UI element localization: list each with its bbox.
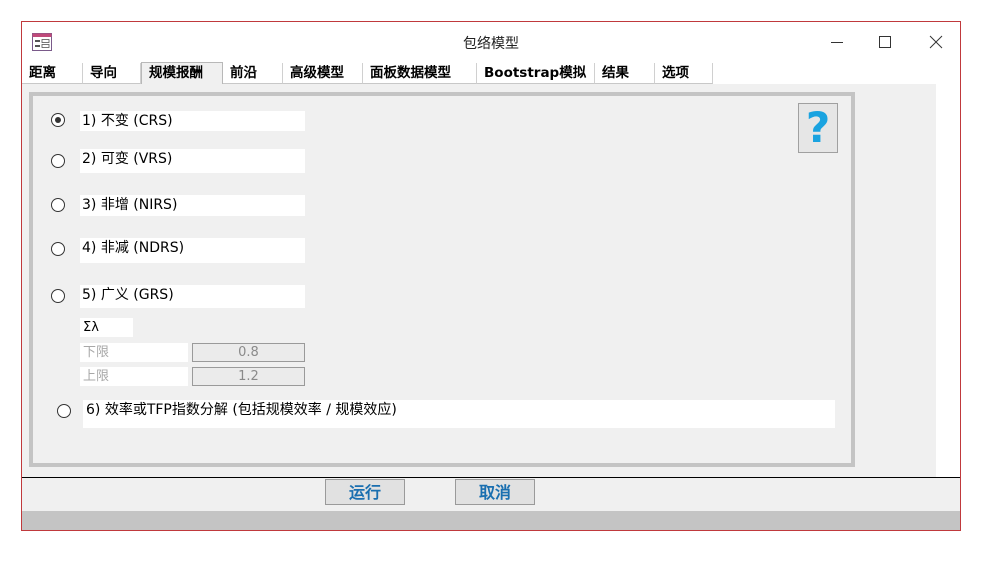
tab-content: 1) 不变 (CRS) 2) 可变 (VRS) 3) 非增 (NIRS) 4) … <box>22 84 936 477</box>
upper-bound-input[interactable]: 1.2 <box>192 367 305 386</box>
help-button[interactable]: ? <box>798 103 838 153</box>
title-bar: 包络模型 <box>22 22 960 62</box>
lower-bound-label: 下限 <box>80 343 188 362</box>
window-title: 包络模型 <box>463 36 519 52</box>
option-label-vrs: 2) 可变 (VRS) <box>80 149 305 173</box>
minimize-icon[interactable] <box>822 30 852 54</box>
radio-nirs[interactable] <box>51 198 65 212</box>
option-label-crs: 1) 不变 (CRS) <box>80 111 305 131</box>
radio-crs[interactable] <box>51 113 65 127</box>
tab-panel-data-models[interactable]: 面板数据模型 <box>363 63 477 84</box>
tab-distance[interactable]: 距离 <box>22 63 83 84</box>
radio-vrs[interactable] <box>51 154 65 168</box>
tab-returns-to-scale[interactable]: 规模报酬 <box>141 62 223 84</box>
tab-bootstrap[interactable]: Bootstrap模拟 <box>477 63 595 84</box>
close-icon[interactable] <box>921 30 951 54</box>
tab-strip: 距离 导向 规模报酬 前沿 高级模型 面板数据模型 Bootstrap模拟 结果… <box>22 62 960 84</box>
help-question-icon: ? <box>805 103 831 152</box>
side-strip <box>936 84 960 477</box>
tab-advanced-models[interactable]: 高级模型 <box>283 63 363 84</box>
dialog-window: 包络模型 距离 导向 规模报酬 前沿 高级模型 面板数据模型 Bootstrap… <box>21 21 961 531</box>
tab-options[interactable]: 选项 <box>655 63 713 84</box>
status-bar <box>22 511 960 530</box>
radio-tfp-decomposition[interactable] <box>57 404 71 418</box>
option-label-tfp-decomposition: 6) 效率或TFP指数分解 (包括规模效率 / 规模效应) <box>83 400 835 428</box>
radio-grs[interactable] <box>51 289 65 303</box>
run-button[interactable]: 运行 <box>325 479 405 505</box>
maximize-icon[interactable] <box>870 30 900 54</box>
tab-orientation[interactable]: 导向 <box>83 63 141 84</box>
sum-lambda-label: Σλ <box>80 318 133 337</box>
upper-bound-label: 上限 <box>80 367 188 386</box>
returns-to-scale-group: 1) 不变 (CRS) 2) 可变 (VRS) 3) 非增 (NIRS) 4) … <box>29 92 855 467</box>
radio-ndrs[interactable] <box>51 242 65 256</box>
option-label-ndrs: 4) 非减 (NDRS) <box>80 238 305 263</box>
option-label-grs: 5) 广义 (GRS) <box>80 285 305 308</box>
lower-bound-input[interactable]: 0.8 <box>192 343 305 362</box>
cancel-button[interactable]: 取消 <box>455 479 535 505</box>
option-label-nirs: 3) 非增 (NIRS) <box>80 195 305 216</box>
tab-results[interactable]: 结果 <box>595 63 655 84</box>
tab-frontier[interactable]: 前沿 <box>223 63 283 84</box>
